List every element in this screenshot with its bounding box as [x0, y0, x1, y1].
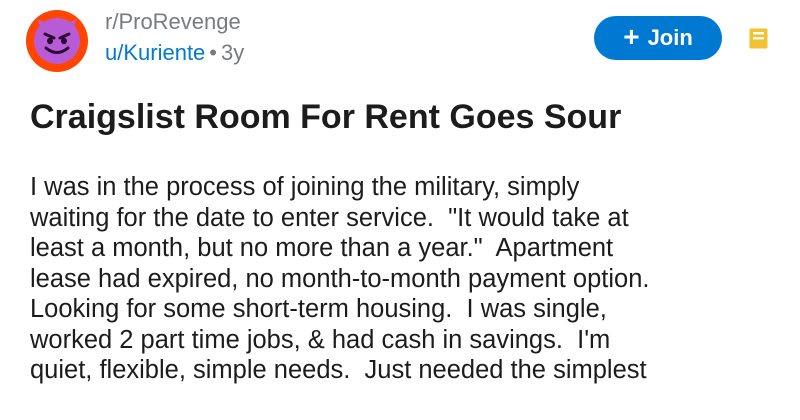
body-line: lease had expired, no month-to-month pay… — [30, 264, 650, 293]
post-age: 3y — [221, 40, 245, 65]
author-link[interactable]: u/Kuriente — [105, 40, 205, 65]
body-line: waiting for the date to enter service. "… — [30, 203, 629, 232]
post-body: I was in the process of joining the mili… — [30, 172, 790, 386]
post-title[interactable]: Craigslist Room For Rent Goes Sour — [30, 95, 770, 139]
body-line: quiet, flexible, simple needs. Just need… — [30, 356, 647, 384]
plus-icon: + — [623, 21, 640, 52]
devil-face-icon — [34, 18, 80, 64]
join-button[interactable]: + Join — [594, 16, 722, 60]
body-line: worked 2 part time jobs, & had cash in s… — [30, 325, 611, 354]
post-header: r/ProRevenge u/Kuriente • 3y + Join — [0, 0, 800, 90]
subreddit-avatar[interactable] — [26, 10, 88, 72]
subreddit-name[interactable]: r/ProRevenge — [105, 8, 244, 36]
meta-separator: • — [209, 40, 217, 65]
body-line: least a month, but no more than a year."… — [30, 234, 614, 262]
post-meta: r/ProRevenge u/Kuriente • 3y — [105, 8, 244, 68]
join-button-label: Join — [647, 25, 693, 50]
author-line: u/Kuriente • 3y — [105, 38, 244, 68]
save-icon[interactable] — [749, 28, 768, 49]
body-line: Looking for some short-term housing. I w… — [30, 295, 607, 323]
body-line: I was in the process of joining the mili… — [30, 173, 580, 201]
